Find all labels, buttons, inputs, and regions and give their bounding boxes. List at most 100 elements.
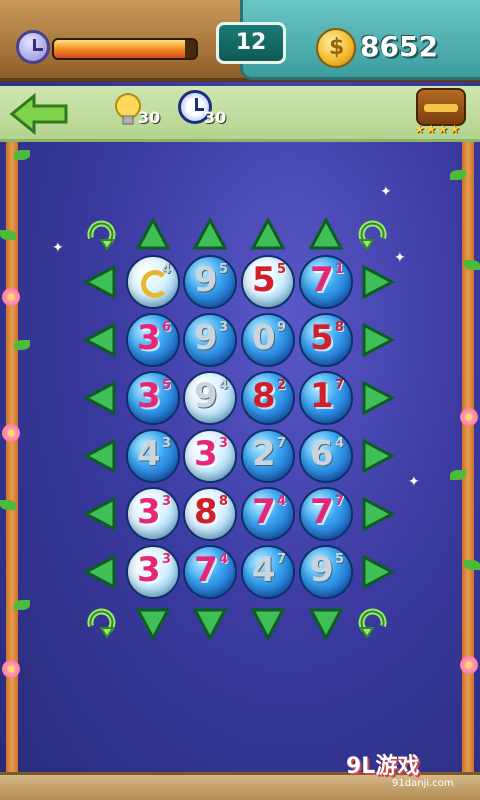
column-1-up-arrow[interactable] [135, 216, 171, 251]
tool-strip [0, 86, 480, 142]
row-2-right-arrow[interactable] [361, 322, 396, 358]
flower-icon [460, 656, 478, 674]
row-3-left-arrow[interactable] [82, 380, 117, 416]
back-arrow-icon [9, 92, 68, 136]
bubble-number: 6 [310, 434, 334, 474]
bubble-number: 0 [252, 318, 276, 358]
bubble-number: 1 [310, 376, 334, 416]
leaf-icon [450, 470, 466, 480]
bubble-number: 5 [310, 318, 334, 358]
number-bubble[interactable]: 33 [126, 487, 180, 541]
number-bubble[interactable]: 71 [299, 255, 353, 309]
number-bubble[interactable]: 95 [183, 255, 237, 309]
row-5-left-arrow[interactable] [82, 496, 117, 532]
bubble-superscript: 5 [276, 262, 286, 277]
rotate-top-right-button[interactable] [355, 218, 389, 251]
hint-count: 30 [138, 108, 161, 127]
leaf-icon [464, 260, 480, 270]
treasure-chest-icon[interactable] [416, 88, 466, 126]
bubble-number: 8 [194, 492, 218, 532]
leaf-icon [450, 170, 466, 180]
bubble-superscript: 5 [218, 262, 228, 277]
column-4-down-arrow[interactable] [308, 607, 344, 642]
number-bubble[interactable]: 88 [183, 487, 237, 541]
row-6-left-arrow[interactable] [82, 554, 117, 590]
watermark-site: 91danji.com [392, 778, 454, 789]
column-2-up-arrow[interactable] [192, 216, 228, 251]
rotate-top-left-button[interactable] [85, 218, 119, 251]
number-bubble[interactable]: 33 [183, 429, 237, 483]
bubble-superscript: 8 [334, 320, 344, 335]
level-number: 12 [216, 22, 286, 64]
back-button[interactable] [8, 92, 70, 136]
number-bubble[interactable]: 36 [126, 313, 180, 367]
bubble-number: 4 [252, 550, 276, 590]
leaf-icon [0, 230, 16, 240]
column-1-down-arrow[interactable] [135, 607, 171, 642]
number-bubble[interactable]: 4 [126, 255, 180, 309]
sparkle-icon: ✦ [52, 240, 64, 256]
sparkle-icon: ✦ [408, 474, 420, 490]
row-6-right-arrow[interactable] [361, 554, 396, 590]
number-bubble[interactable]: 55 [241, 255, 295, 309]
row-5-right-arrow[interactable] [361, 496, 396, 532]
number-bubble[interactable]: 64 [299, 429, 353, 483]
bubble-number: 4 [137, 434, 161, 474]
flower-icon [460, 408, 478, 426]
time-bonus-count: 30 [204, 108, 227, 127]
bubble-number: 3 [194, 434, 218, 474]
number-bubble[interactable]: 17 [299, 371, 353, 425]
game-screen: 12 8652 30 30 ★★★★ ✦ ✦ ✦ ✦ 4955571369309… [0, 0, 480, 800]
bubble-superscript: 4 [334, 436, 344, 451]
bubble-number: 9 [194, 260, 218, 300]
number-bubble[interactable]: 77 [299, 487, 353, 541]
bubble-number: 3 [137, 550, 161, 590]
number-bubble[interactable]: 95 [299, 545, 353, 599]
rotate-bottom-left-button[interactable] [85, 606, 119, 639]
row-3-right-arrow[interactable] [361, 380, 396, 416]
number-bubble[interactable]: 74 [241, 487, 295, 541]
bubble-superscript: 7 [276, 552, 286, 567]
sparkle-icon: ✦ [380, 184, 392, 200]
bubble-superscript: 7 [334, 494, 344, 509]
column-2-down-arrow[interactable] [192, 607, 228, 642]
number-bubble[interactable]: 09 [241, 313, 295, 367]
row-4-right-arrow[interactable] [361, 438, 396, 474]
bubble-superscript: 3 [161, 552, 171, 567]
leaf-icon [14, 600, 30, 610]
number-bubble[interactable]: 35 [126, 371, 180, 425]
bubble-superscript: 9 [276, 320, 286, 335]
row-4-left-arrow[interactable] [82, 438, 117, 474]
time-progress-bar [52, 38, 198, 60]
row-2-left-arrow[interactable] [82, 322, 117, 358]
column-4-up-arrow[interactable] [308, 216, 344, 251]
row-1-right-arrow[interactable] [361, 264, 396, 300]
number-bubble[interactable]: 43 [126, 429, 180, 483]
bubble-superscript: 4 [161, 262, 171, 277]
coin-icon [316, 28, 356, 68]
number-bubble[interactable]: 27 [241, 429, 295, 483]
rotate-bottom-right-button[interactable] [355, 606, 389, 639]
leaf-icon [14, 340, 30, 350]
bubble-number: 9 [194, 318, 218, 358]
column-3-down-arrow[interactable] [250, 607, 286, 642]
number-bubble[interactable]: 74 [183, 545, 237, 599]
leaf-icon [14, 150, 30, 160]
bubble-number: 7 [194, 550, 218, 590]
number-bubble[interactable]: 82 [241, 371, 295, 425]
bubble-number: 7 [252, 492, 276, 532]
number-bubble[interactable]: 33 [126, 545, 180, 599]
number-bubble[interactable]: 93 [183, 313, 237, 367]
bubble-superscript: 3 [218, 320, 228, 335]
bubble-number: 8 [252, 376, 276, 416]
bubble-superscript: 6 [161, 320, 171, 335]
number-bubble[interactable]: 47 [241, 545, 295, 599]
bubble-superscript: 5 [334, 552, 344, 567]
bubble-number: 9 [310, 550, 334, 590]
number-bubble[interactable]: 58 [299, 313, 353, 367]
flower-icon [2, 288, 20, 306]
bubble-superscript: 3 [218, 436, 228, 451]
column-3-up-arrow[interactable] [250, 216, 286, 251]
row-1-left-arrow[interactable] [82, 264, 117, 300]
number-bubble[interactable]: 94 [183, 371, 237, 425]
